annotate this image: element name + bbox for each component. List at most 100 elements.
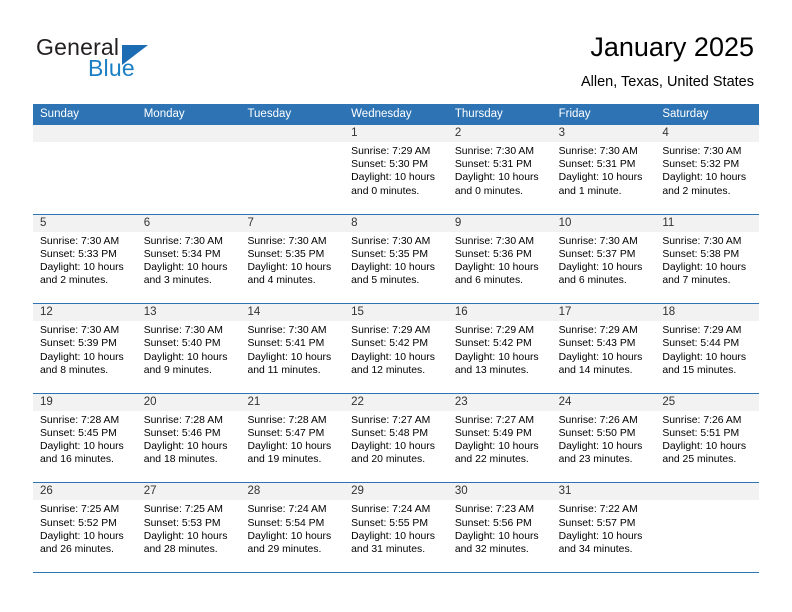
sunset-text: Sunset: 5:57 PM <box>558 517 636 529</box>
day-info: Sunrise: 7:26 AM Sunset: 5:50 PM Dayligh… <box>552 411 656 467</box>
daylight-text-line1: Daylight: 10 hours <box>40 262 124 273</box>
sunrise-text: Sunrise: 7:23 AM <box>454 504 535 516</box>
day-cell[interactable]: 16 Sunrise: 7:29 AM Sunset: 5:42 PM Dayl… <box>447 304 552 393</box>
day-cell[interactable]: 10 Sunrise: 7:30 AM Sunset: 5:37 PM Dayl… <box>551 214 656 304</box>
sunset-text: Sunset: 5:48 PM <box>351 427 428 439</box>
day-cell[interactable]: 27 Sunrise: 7:25 AM Sunset: 5:53 PM Dayl… <box>136 483 241 572</box>
daylight-text-line2: and 11 minutes. <box>247 364 321 376</box>
day-cell[interactable]: 18 Sunrise: 7:29 AM Sunset: 5:44 PM Dayl… <box>655 304 760 393</box>
sunrise-text: Sunrise: 7:28 AM <box>143 414 223 426</box>
sunset-text: Sunset: 5:36 PM <box>454 248 532 260</box>
day-cell[interactable]: 4 Sunrise: 7:30 AM Sunset: 5:32 PM Dayli… <box>655 125 760 214</box>
day-info: Sunrise: 7:28 AM Sunset: 5:46 PM Dayligh… <box>137 411 241 467</box>
day-cell[interactable] <box>240 125 345 214</box>
day-info: Sunrise: 7:29 AM Sunset: 5:44 PM Dayligh… <box>655 321 759 377</box>
day-cell[interactable]: 9 Sunrise: 7:30 AM Sunset: 5:36 PM Dayli… <box>447 214 552 304</box>
sunrise-text: Sunrise: 7:30 AM <box>558 146 638 157</box>
day-cell[interactable]: 14 Sunrise: 7:30 AM Sunset: 5:41 PM Dayl… <box>240 304 345 393</box>
weekday-header-tuesday: Tuesday <box>247 108 292 120</box>
daylight-text-line1: Daylight: 10 hours <box>351 530 435 542</box>
day-number: 18 <box>662 306 676 319</box>
daylight-text-line1: Daylight: 10 hours <box>662 172 747 184</box>
day-cell[interactable]: 5 Sunrise: 7:30 AM Sunset: 5:33 PM Dayli… <box>33 214 137 304</box>
day-cell[interactable]: 19 Sunrise: 7:28 AM Sunset: 5:45 PM Dayl… <box>33 393 137 483</box>
general-blue-logo[interactable]: General Blue <box>36 34 236 90</box>
logo-text-blue: Blue <box>88 55 135 81</box>
day-info: Sunrise: 7:23 AM Sunset: 5:56 PM Dayligh… <box>448 500 552 556</box>
day-cell[interactable] <box>136 125 241 214</box>
day-cell[interactable] <box>655 483 760 572</box>
day-cell[interactable]: 7 Sunrise: 7:30 AM Sunset: 5:35 PM Dayli… <box>240 214 345 304</box>
daylight-text-line2: and 6 minutes. <box>558 275 627 287</box>
sunrise-text: Sunrise: 7:22 AM <box>558 504 638 516</box>
day-cell[interactable]: 22 Sunrise: 7:27 AM Sunset: 5:48 PM Dayl… <box>344 393 448 483</box>
day-number: 14 <box>247 306 261 319</box>
day-info: Sunrise: 7:26 AM Sunset: 5:51 PM Dayligh… <box>655 411 759 467</box>
sunset-text: Sunset: 5:51 PM <box>662 427 740 439</box>
sunrise-text: Sunrise: 7:30 AM <box>40 235 120 247</box>
sunset-text: Sunset: 5:55 PM <box>351 517 428 529</box>
day-cell[interactable]: 26 Sunrise: 7:25 AM Sunset: 5:52 PM Dayl… <box>33 483 137 572</box>
sunset-text: Sunset: 5:45 PM <box>40 427 117 439</box>
sunrise-text: Sunrise: 7:30 AM <box>143 235 223 247</box>
daylight-text-line2: and 2 minutes. <box>40 275 109 287</box>
day-info <box>33 142 137 145</box>
day-number-strip <box>33 125 137 142</box>
daylight-text-line1: Daylight: 10 hours <box>40 441 124 453</box>
day-cell[interactable]: 6 Sunrise: 7:30 AM Sunset: 5:34 PM Dayli… <box>136 214 241 304</box>
day-number-strip: 5 <box>33 214 137 232</box>
day-cell[interactable]: 2 Sunrise: 7:30 AM Sunset: 5:31 PM Dayli… <box>447 125 552 214</box>
daylight-text-line1: Daylight: 10 hours <box>662 351 747 363</box>
day-number-strip: 14 <box>240 304 345 322</box>
day-info: Sunrise: 7:29 AM Sunset: 5:43 PM Dayligh… <box>552 321 656 377</box>
day-cell[interactable]: 30 Sunrise: 7:23 AM Sunset: 5:56 PM Dayl… <box>447 483 552 572</box>
day-cell[interactable]: 21 Sunrise: 7:28 AM Sunset: 5:47 PM Dayl… <box>240 393 345 483</box>
day-info: Sunrise: 7:30 AM Sunset: 5:31 PM Dayligh… <box>448 142 552 198</box>
day-cell[interactable]: 20 Sunrise: 7:28 AM Sunset: 5:46 PM Dayl… <box>136 393 241 483</box>
day-cell[interactable]: 11 Sunrise: 7:30 AM Sunset: 5:38 PM Dayl… <box>655 214 760 304</box>
daylight-text-line1: Daylight: 10 hours <box>351 441 435 453</box>
sunrise-text: Sunrise: 7:27 AM <box>351 414 431 426</box>
day-cell[interactable]: 24 Sunrise: 7:26 AM Sunset: 5:50 PM Dayl… <box>551 393 656 483</box>
day-cell[interactable]: 17 Sunrise: 7:29 AM Sunset: 5:43 PM Dayl… <box>551 304 656 393</box>
day-number-strip: 26 <box>33 483 137 501</box>
day-number: 21 <box>247 395 261 408</box>
daylight-text-line1: Daylight: 10 hours <box>454 441 539 453</box>
day-cell[interactable]: 31 Sunrise: 7:22 AM Sunset: 5:57 PM Dayl… <box>551 483 656 572</box>
sunset-text: Sunset: 5:41 PM <box>247 338 325 350</box>
daylight-text-line1: Daylight: 10 hours <box>143 441 228 453</box>
day-cell[interactable]: 8 Sunrise: 7:30 AM Sunset: 5:35 PM Dayli… <box>344 214 448 304</box>
day-cell[interactable]: 25 Sunrise: 7:26 AM Sunset: 5:51 PM Dayl… <box>655 393 760 483</box>
daylight-text-line1: Daylight: 10 hours <box>40 351 124 363</box>
day-cell[interactable]: 13 Sunrise: 7:30 AM Sunset: 5:40 PM Dayl… <box>136 304 241 393</box>
day-cell[interactable]: 15 Sunrise: 7:29 AM Sunset: 5:42 PM Dayl… <box>344 304 448 393</box>
day-cell[interactable]: 12 Sunrise: 7:30 AM Sunset: 5:39 PM Dayl… <box>33 304 137 393</box>
day-number: 10 <box>558 216 572 229</box>
day-cell[interactable]: 29 Sunrise: 7:24 AM Sunset: 5:55 PM Dayl… <box>344 483 448 572</box>
day-number-strip: 23 <box>447 393 552 411</box>
day-number-strip: 24 <box>551 393 656 411</box>
day-cell[interactable]: 1 Sunrise: 7:29 AM Sunset: 5:30 PM Dayli… <box>344 125 448 214</box>
sunrise-text: Sunrise: 7:28 AM <box>247 414 327 426</box>
day-number: 12 <box>40 306 53 319</box>
day-number: 23 <box>454 395 468 408</box>
sunset-text: Sunset: 5:35 PM <box>247 248 325 260</box>
day-cell[interactable]: 3 Sunrise: 7:30 AM Sunset: 5:31 PM Dayli… <box>551 125 656 214</box>
sunset-text: Sunset: 5:44 PM <box>662 338 740 350</box>
day-info: Sunrise: 7:29 AM Sunset: 5:42 PM Dayligh… <box>344 321 448 377</box>
day-info: Sunrise: 7:24 AM Sunset: 5:55 PM Dayligh… <box>344 500 448 556</box>
sunrise-text: Sunrise: 7:24 AM <box>351 504 431 516</box>
daylight-text-line1: Daylight: 10 hours <box>143 351 228 363</box>
weekday-header-saturday: Saturday <box>662 108 709 120</box>
day-cell[interactable]: 23 Sunrise: 7:27 AM Sunset: 5:49 PM Dayl… <box>447 393 552 483</box>
day-number-strip: 2 <box>447 125 552 142</box>
day-number-strip: 29 <box>344 483 448 501</box>
day-number-strip: 10 <box>551 214 656 232</box>
daylight-text-line2: and 2 minutes. <box>662 185 731 197</box>
daylight-text-line1: Daylight: 10 hours <box>247 351 332 363</box>
sunrise-text: Sunrise: 7:26 AM <box>558 414 638 426</box>
day-number: 9 <box>454 216 462 229</box>
day-cell[interactable] <box>33 125 137 214</box>
sunset-text: Sunset: 5:31 PM <box>558 159 636 171</box>
day-cell[interactable]: 28 Sunrise: 7:24 AM Sunset: 5:54 PM Dayl… <box>240 483 345 572</box>
